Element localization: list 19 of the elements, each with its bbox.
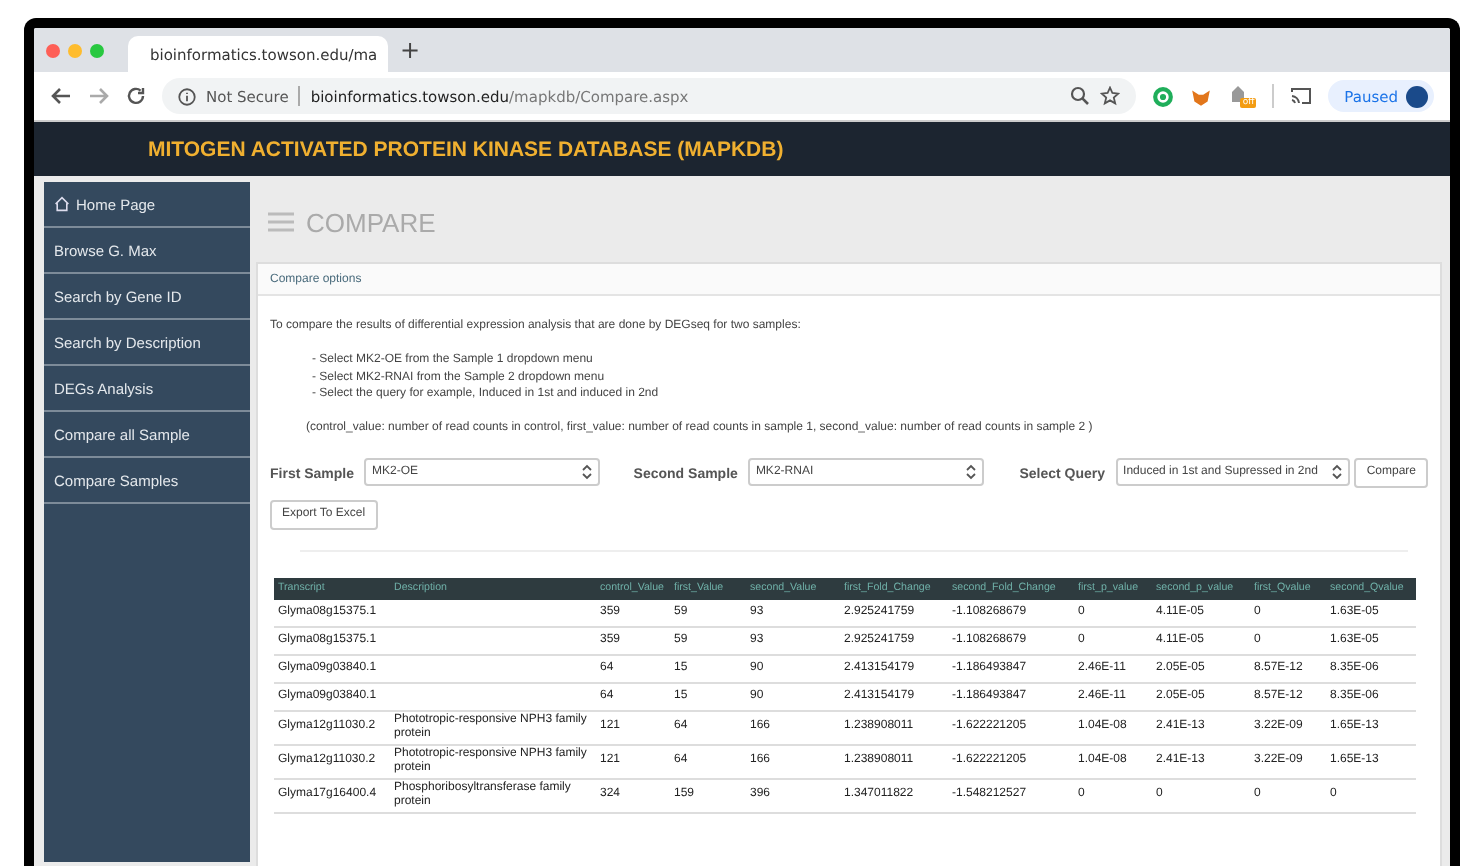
extension-icon[interactable] (1152, 85, 1175, 107)
maximize-window-button[interactable] (90, 43, 104, 57)
fox-icon[interactable] (1190, 85, 1213, 107)
back-icon[interactable] (50, 86, 72, 106)
info-icon (178, 87, 196, 105)
close-window-button[interactable] (46, 43, 60, 57)
zoom-icon[interactable] (1070, 86, 1091, 106)
new-tab-button[interactable]: + (400, 38, 421, 62)
home-icon (54, 196, 70, 212)
site-title: MITOGEN ACTIVATED PROTEIN KINASE DATABASE (MAPKDB) (148, 137, 784, 161)
select-arrows-icon (965, 464, 976, 480)
select-arrows-icon (1332, 464, 1343, 480)
menu-icon[interactable] (268, 212, 294, 232)
star-icon[interactable] (1100, 86, 1121, 106)
select-arrows-icon (581, 464, 592, 480)
page-title: COMPARE (306, 207, 436, 237)
cast-icon[interactable] (1290, 86, 1313, 106)
reload-icon[interactable] (126, 86, 146, 106)
forward-icon[interactable] (88, 86, 110, 106)
